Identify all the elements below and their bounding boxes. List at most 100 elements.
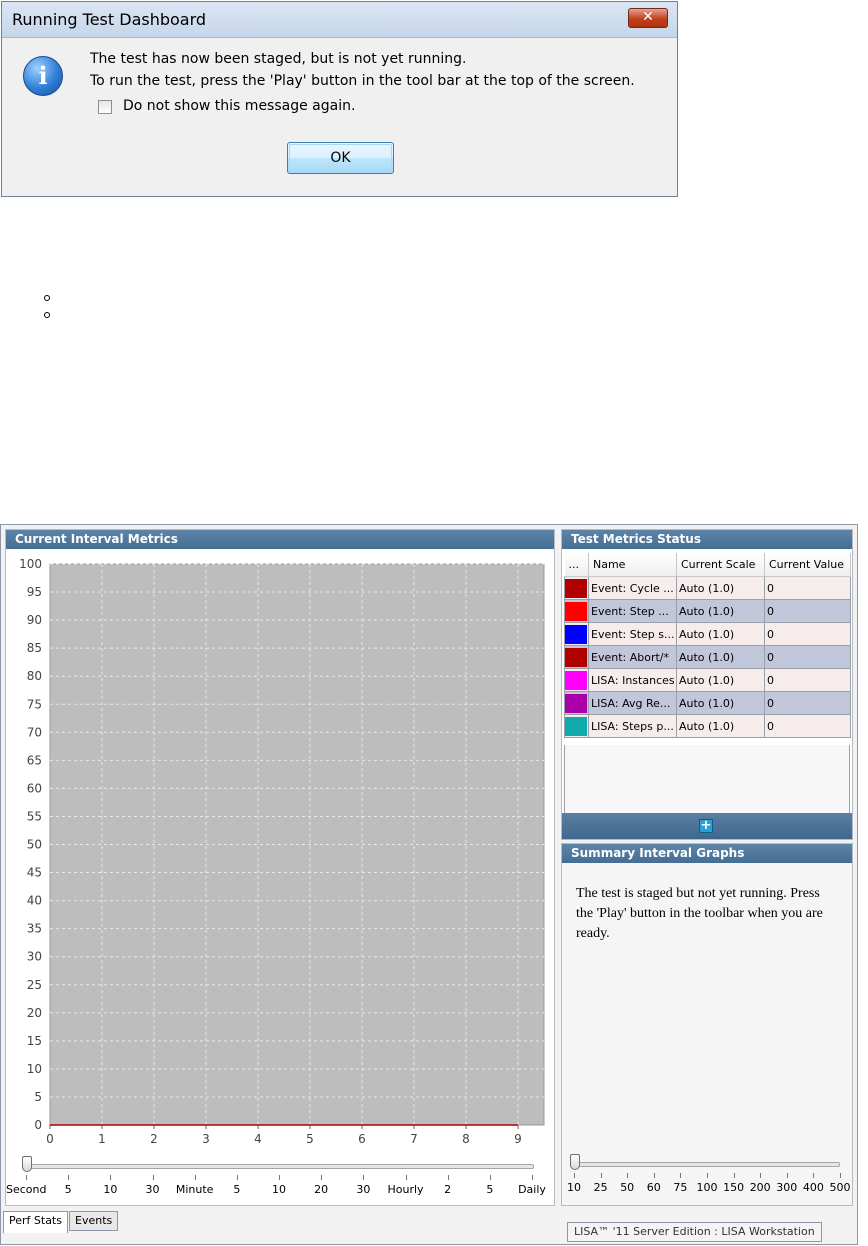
time-scale-slider-track[interactable] [28,1164,534,1169]
series-color-swatch[interactable] [564,691,589,715]
plus-icon[interactable]: + [699,819,713,833]
time-scale-tick [363,1175,365,1180]
metrics-table-row[interactable]: Event: Step ... Auto (1.0) 0 [564,599,851,623]
series-color-swatch[interactable] [564,576,589,600]
metrics-table-row[interactable]: LISA: Avg Re... Auto (1.0) 0 [564,691,851,715]
y-tick-label: 30 [27,950,42,964]
tab-events[interactable]: Events [69,1211,119,1231]
summary-scale-tick [574,1173,575,1178]
color-swatch [565,624,587,644]
bullet-point [44,312,50,318]
summary-scale-label: 25 [593,1181,608,1194]
time-scale-slider-thumb[interactable] [22,1156,32,1172]
time-scale-tick [489,1175,491,1180]
metrics-table-row[interactable]: LISA: Steps p... Auto (1.0) 0 [564,714,851,738]
summary-scale-label: 400 [802,1181,824,1194]
metrics-table-row[interactable]: Event: Cycle ... Auto (1.0) 0 [564,576,851,600]
running-test-dialog: Running Test Dashboard ✕ i The test has … [1,1,678,197]
dialog-body: i The test has now been staged, but is n… [2,38,677,196]
summary-slider-thumb[interactable] [570,1154,580,1170]
summary-scale-tick [786,1173,788,1178]
metric-name-cell: LISA: Steps p... [588,714,677,738]
column-header-name[interactable]: Name [588,553,677,577]
column-header-color[interactable]: ... [564,553,589,577]
column-header-value[interactable]: Current Value [764,553,851,577]
metrics-table-header: ... Name Current Scale Current Value [564,553,851,577]
time-scale-label: Hourly [387,1183,424,1196]
summary-scale-tick [653,1173,655,1178]
summary-scale-label: 500 [829,1181,851,1194]
metric-scale-cell: Auto (1.0) [676,714,765,738]
summary-scale-label: 60 [646,1181,661,1194]
y-tick-label: 100 [19,557,42,571]
series-color-swatch[interactable] [564,622,589,646]
time-scale-label: 30 [145,1183,160,1196]
metric-name-cell: LISA: Avg Re... [588,691,677,715]
series-color-swatch[interactable] [564,599,589,623]
y-tick-label: 60 [27,781,42,795]
close-button[interactable]: ✕ [628,8,668,28]
time-scale-tick [236,1175,238,1180]
dialog-message-line1: The test has now been staged, but is not… [90,51,467,67]
color-swatch [565,578,587,598]
metrics-table-row[interactable]: Event: Abort/* Auto (1.0) 0 [564,645,851,669]
column-header-scale[interactable]: Current Scale [676,553,765,577]
y-tick-label: 50 [27,838,42,852]
metric-name-cell: LISA: Instances [588,668,677,692]
time-scale-tick [26,1175,27,1180]
time-scale-label: 10 [272,1183,286,1196]
x-tick-label: 7 [410,1132,418,1146]
x-tick-label: 5 [306,1132,314,1146]
time-scale-tick [279,1175,280,1180]
x-tick-label: 0 [46,1132,54,1146]
time-scale-label: 5 [233,1183,241,1196]
do-not-show-checkbox[interactable] [98,100,112,114]
y-tick-label: 0 [34,1118,42,1132]
time-scale-tick [194,1175,196,1180]
summary-scale-label: 300 [776,1181,798,1194]
time-scale-label: 2 [444,1183,452,1196]
metrics-table-row[interactable]: Event: Step s... Auto (1.0) 0 [564,622,851,646]
summary-scale-tick [760,1173,762,1178]
time-scale-label: 20 [314,1183,329,1196]
ok-button[interactable]: OK [287,142,394,174]
series-color-swatch[interactable] [564,645,589,669]
series-color-swatch[interactable] [564,714,589,738]
tab-perf-stats[interactable]: Perf Stats [3,1211,68,1233]
time-scale-label: 5 [64,1183,72,1196]
metric-value-cell: 0 [764,599,851,623]
close-icon: ✕ [642,9,654,25]
y-tick-label: 35 [27,922,42,936]
time-scale-tick [110,1175,112,1180]
metrics-table-row[interactable]: LISA: Instances Auto (1.0) 0 [564,668,851,692]
test-metrics-status-panel: Test Metrics Status ... Name Current Sca… [561,529,853,840]
metric-value-cell: 0 [764,668,851,692]
time-scale-tick [405,1175,407,1180]
y-tick-label: 20 [27,1006,42,1020]
summary-interval-graphs-panel: Summary Interval Graphs The test is stag… [561,843,853,1206]
y-tick-label: 70 [27,725,42,739]
y-tick-label: 45 [27,866,42,880]
summary-scale-tick [600,1173,602,1178]
metrics-panel-header: Test Metrics Status [562,530,852,549]
metric-scale-cell: Auto (1.0) [676,599,765,623]
series-color-swatch[interactable] [564,668,589,692]
y-tick-label: 55 [27,809,42,823]
metric-scale-cell: Auto (1.0) [676,576,765,600]
color-swatch [565,601,587,621]
dialog-message-line2: To run the test, press the 'Play' button… [90,73,635,89]
summary-slider-track[interactable] [572,1162,840,1167]
metric-scale-cell: Auto (1.0) [676,622,765,646]
summary-scale-tick [627,1173,629,1178]
x-tick-label: 8 [462,1132,470,1146]
summary-scale-label: 50 [620,1181,635,1194]
metric-value-cell: 0 [764,645,851,669]
summary-scale-tick [680,1173,682,1178]
dialog-title: Running Test Dashboard [12,10,207,29]
metric-value-cell: 0 [764,714,851,738]
chart-panel-header: Current Interval Metrics [6,530,554,549]
metric-scale-cell: Auto (1.0) [676,691,765,715]
color-swatch [565,647,587,667]
x-tick-label: 2 [150,1132,158,1146]
do-not-show-label[interactable]: Do not show this message again. [123,98,355,114]
